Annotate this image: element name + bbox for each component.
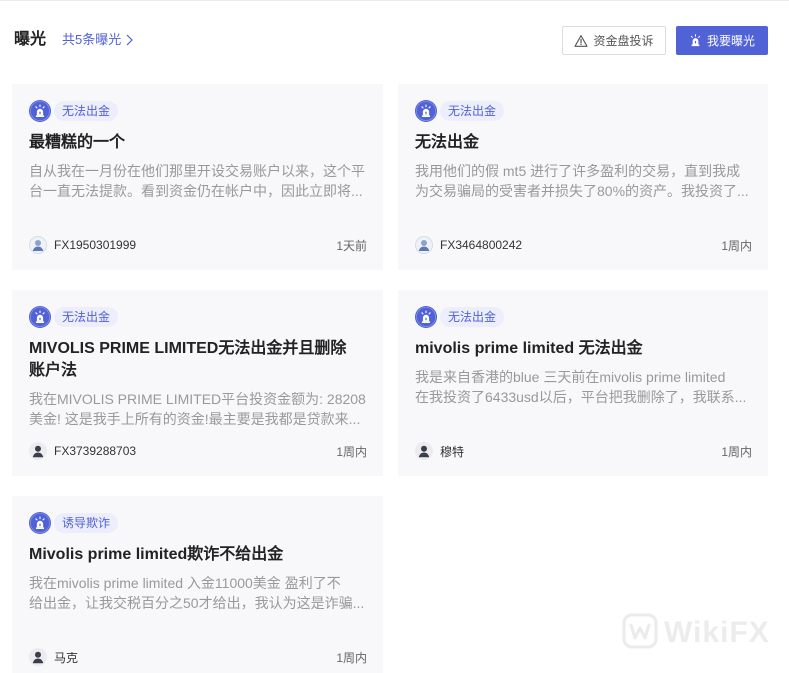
card-title: 最糟糕的一个 [29,132,367,154]
card-title: 无法出金 [415,132,752,154]
card-description: 我在mivolis prime limited 入金11000美金 盈利了不 给… [29,573,367,613]
exposure-page: 曝光 共5条曝光 资金盘投诉 我要曝光 无法出金 最糟糕的一个 自从我在一月份在… [0,0,789,673]
author-name: FX3464800242 [440,238,523,252]
author-name: FX3739288703 [54,444,137,458]
chevron-right-icon [126,34,134,46]
exposure-card[interactable]: 无法出金 无法出金 我用他们的假 mt5 进行了许多盈利的交易，直到我成 为交易… [398,84,768,270]
siren-icon [689,34,702,47]
card-title-line: Mivolis prime limited欺诈不给出金 [29,546,284,563]
card-title: mivolis prime limited 无法出金 [415,338,752,360]
card-description-line: 在我投资了6433usd以后，平台把我删除了，我联系... [415,389,747,405]
section-title: 曝光 [14,31,47,48]
exposure-card-list: 无法出金 最糟糕的一个 自从我在一月份在他们那里开设交易账户以来，这个平 台一直… [12,84,768,673]
post-time: 1天前 [336,238,367,253]
user-avatar-icon [29,236,47,254]
card-header: 无法出金 [29,306,367,328]
exposure-count-label: 共5条曝光 [62,32,122,47]
top-divider [0,0,789,1]
siren-icon [415,100,437,122]
card-header: 无法出金 [415,306,752,328]
card-header: 无法出金 [415,100,752,122]
card-description-line: 我是来自香港的blue 三天前在mivolis prime limited [415,369,726,385]
author-name: FX1950301999 [54,238,137,252]
exposure-count-link[interactable]: 共5条曝光 [62,31,134,49]
card-title-line: 最糟糕的一个 [29,134,126,151]
card-description: 自从我在一月份在他们那里开设交易账户以来，这个平 台一直无法提款。看到资金仍在帐… [29,161,367,201]
warning-triangle-icon [574,34,589,48]
post-time: 1周内 [721,444,752,459]
category-tag: 无法出金 [440,101,505,121]
exposure-card[interactable]: 诱导欺诈 Mivolis prime limited欺诈不给出金 我在mivol… [12,496,383,673]
siren-icon [29,100,51,122]
user-avatar-icon [415,442,433,460]
user-avatar-icon [29,648,47,666]
post-time: 1周内 [721,238,752,253]
siren-icon [29,306,51,328]
fund-scheme-complaint-button[interactable]: 资金盘投诉 [562,26,666,55]
card-description-line: 我用他们的假 mt5 进行了许多盈利的交易，直到我成 [415,163,741,179]
card-description: 我是来自香港的blue 三天前在mivolis prime limited 在我… [415,367,752,407]
user-avatar-icon [415,236,433,254]
category-tag: 无法出金 [54,101,119,121]
card-title-line: MIVOLIS PRIME LIMITED无法出金并且删除 [29,340,347,357]
exposure-card[interactable]: 无法出金 最糟糕的一个 自从我在一月份在他们那里开设交易账户以来，这个平 台一直… [12,84,383,270]
post-time: 1周内 [336,444,367,459]
siren-icon [29,512,51,534]
siren-icon [415,306,437,328]
card-footer: FX3464800242 1周内 [415,236,752,254]
expose-button-label: 我要曝光 [706,34,755,48]
card-footer: FX3739288703 1周内 [29,442,367,460]
card-description: 我用他们的假 mt5 进行了许多盈利的交易，直到我成 为交易骗局的受害者并损失了… [415,161,752,201]
card-description-line: 自从我在一月份在他们那里开设交易账户以来，这个平 [29,163,365,179]
card-header: 无法出金 [29,100,367,122]
card-title-line: mivolis prime limited 无法出金 [415,340,643,357]
category-tag: 无法出金 [54,307,119,327]
card-description-line: 我在MIVOLIS PRIME LIMITED平台投资金额为: 28208 [29,391,366,407]
exposure-card[interactable]: 无法出金 mivolis prime limited 无法出金 我是来自香港的b… [398,290,768,476]
complaint-button-label: 资金盘投诉 [593,34,654,48]
card-description-line: 给出金，让我交税百分之50才给出，我认为这是诈骗... [29,595,365,611]
card-title: MIVOLIS PRIME LIMITED无法出金并且删除 账户法 [29,338,367,382]
user-avatar-icon [29,442,47,460]
card-title-line: 账户法 [29,362,78,379]
post-time: 1周内 [336,650,367,665]
category-tag: 无法出金 [440,307,505,327]
author-name: 马克 [54,650,79,665]
author-name: 穆特 [440,444,465,459]
card-footer: 穆特 1周内 [415,442,752,460]
category-tag: 诱导欺诈 [54,513,119,533]
exposure-card[interactable]: 无法出金 MIVOLIS PRIME LIMITED无法出金并且删除 账户法 我… [12,290,383,476]
card-description-line: 台一直无法提款。看到资金仍在帐户中，因此立即将... [29,183,363,199]
card-description: 我在MIVOLIS PRIME LIMITED平台投资金额为: 28208 美金… [29,389,367,429]
card-description-line: 我在mivolis prime limited 入金11000美金 盈利了不 [29,575,341,591]
card-description-line: 美金! 这是我手上所有的资金!最主要是我都是贷款来... [29,411,361,427]
card-description-line: 为交易骗局的受害者并损失了80%的资产。我投资了... [415,183,749,199]
card-title: Mivolis prime limited欺诈不给出金 [29,544,367,566]
card-footer: FX1950301999 1天前 [29,236,367,254]
card-footer: 马克 1周内 [29,648,367,666]
card-header: 诱导欺诈 [29,512,367,534]
card-title-line: 无法出金 [415,134,480,151]
submit-exposure-button[interactable]: 我要曝光 [676,26,768,55]
